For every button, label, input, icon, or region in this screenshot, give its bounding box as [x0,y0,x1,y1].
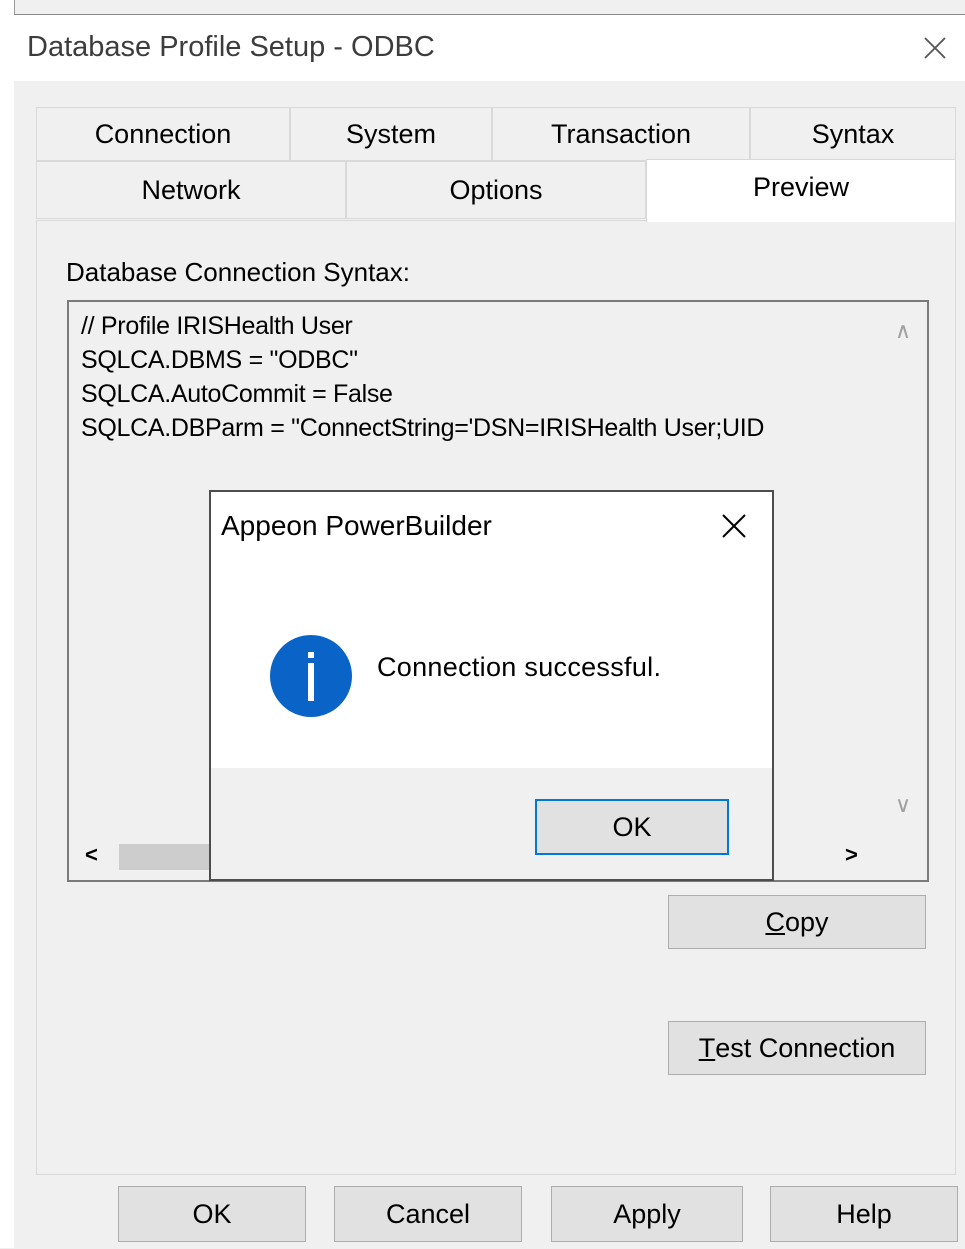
tab-label: Preview [752,172,850,202]
tab-label: Network [141,174,241,205]
copy-button[interactable]: Copy [668,895,926,949]
copy-mnemonic: C [765,906,785,937]
test-mnemonic: T [698,1032,716,1063]
tab-label: Syntax [811,118,895,149]
tab-system[interactable]: System [290,107,492,161]
title-bar: Database Profile Setup - ODBC [14,15,965,81]
scroll-down-icon[interactable]: ∨ [895,792,911,818]
test-connection-button[interactable]: Test Connection [668,1021,926,1075]
tab-connection[interactable]: Connection [36,107,290,161]
scroll-thumb[interactable] [119,844,209,870]
syntax-line: SQLCA.DBMS = "ODBC" [81,346,358,374]
tab-options[interactable]: Options [346,161,646,219]
vertical-scrollbar[interactable]: ∧ ∨ [883,302,927,832]
dialog-close-button[interactable] [710,502,758,550]
help-label: Help [836,1198,892,1229]
profile-setup-window: Database Profile Setup - ODBC Connection… [14,14,965,1249]
tab-preview[interactable]: Preview [646,159,956,222]
window-title: Database Profile Setup - ODBC [27,31,435,63]
info-glyph [308,652,314,701]
syntax-line: // Profile IRISHealth User [81,312,353,340]
dialog-title: Appeon PowerBuilder [221,510,492,541]
background-window-strip [0,0,15,1248]
test-label: est Connection [715,1032,896,1063]
message-dialog: Appeon PowerBuilder Connection successfu… [209,490,774,881]
close-icon [722,514,746,538]
scroll-right-icon[interactable]: > [845,842,858,868]
close-icon [924,37,946,59]
tab-label: Connection [94,118,232,149]
ok-button[interactable]: OK [118,1186,306,1242]
window-close-button[interactable] [905,15,965,81]
dialog-ok-label: OK [612,811,652,842]
syntax-line: SQLCA.AutoCommit = False [81,380,393,408]
tab-transaction[interactable]: Transaction [492,107,750,161]
ok-label: OK [192,1198,232,1229]
cancel-button[interactable]: Cancel [334,1186,522,1242]
help-button[interactable]: Help [770,1186,958,1242]
syntax-line: SQLCA.DBParm = "ConnectString='DSN=IRISH… [81,414,765,442]
apply-button[interactable]: Apply [551,1186,743,1242]
info-icon [270,635,352,717]
scroll-left-icon[interactable]: < [85,842,98,868]
tab-syntax[interactable]: Syntax [750,107,956,161]
tab-label: Options [449,174,543,205]
syntax-label: Database Connection Syntax: [66,257,410,287]
dialog-footer: OK [211,768,772,879]
tab-label: Transaction [550,118,692,149]
apply-label: Apply [613,1198,681,1229]
copy-label: opy [784,906,829,937]
scroll-up-icon[interactable]: ∧ [895,318,911,344]
tab-network[interactable]: Network [36,161,346,219]
dialog-ok-button[interactable]: OK [535,799,729,855]
dialog-message: Connection successful. [377,652,662,682]
tab-label: System [345,118,437,149]
cancel-label: Cancel [385,1198,471,1229]
